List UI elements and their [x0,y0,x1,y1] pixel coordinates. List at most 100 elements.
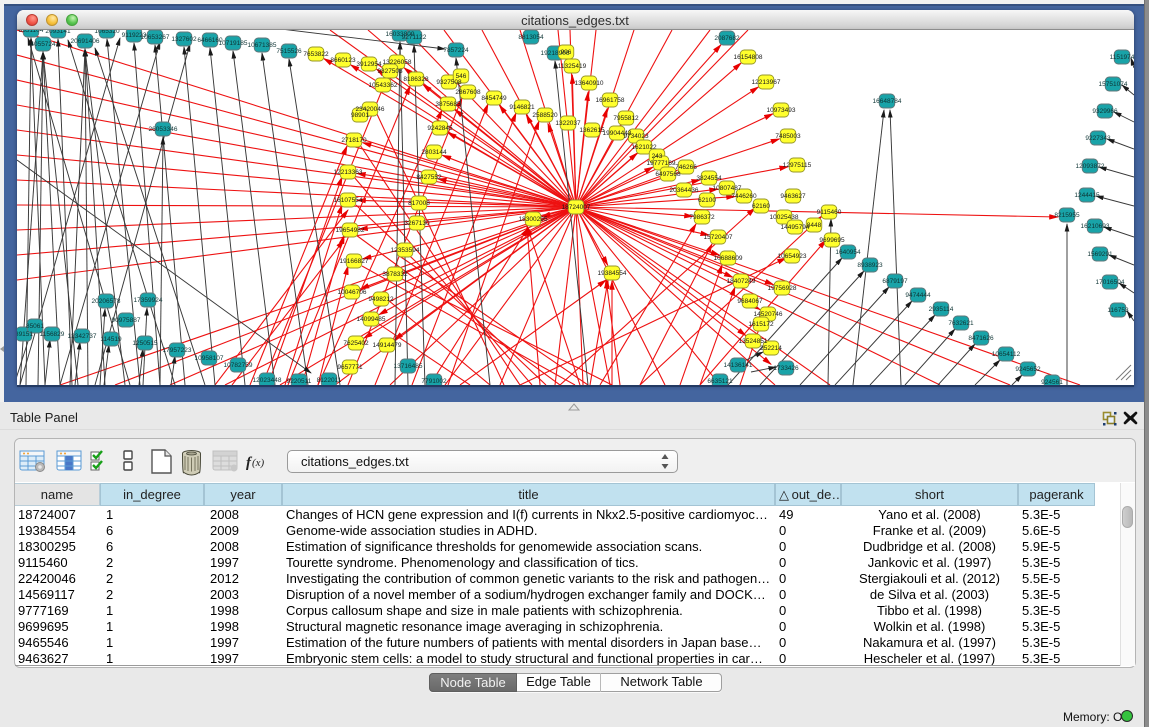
svg-text:2588520: 2588520 [532,112,558,119]
svg-text:7625402: 7625402 [343,340,369,347]
svg-text:12093872: 12093872 [1076,163,1105,170]
svg-text:12975115: 12975115 [783,162,812,169]
svg-text:10046706: 10046706 [338,289,367,296]
svg-text:9327508: 9327508 [436,79,462,86]
svg-text:20364436: 20364436 [670,187,699,194]
svg-text:17016504: 17016504 [1096,279,1125,286]
svg-text:6635121: 6635121 [707,378,733,385]
svg-text:9329966: 9329966 [1092,108,1118,115]
svg-text:1156829: 1156829 [40,331,65,338]
svg-text:14914479: 14914479 [373,342,402,349]
svg-text:1244415: 1244415 [1074,192,1100,199]
svg-text:10719185: 10719185 [219,40,248,47]
svg-text:1615172: 1615172 [748,321,774,328]
svg-text:7955812: 7955812 [613,115,639,122]
svg-text:10653267: 10653267 [141,34,170,41]
svg-text:9463627: 9463627 [780,193,806,200]
svg-text:13226058: 13226058 [383,59,412,66]
svg-text:7653822: 7653822 [303,51,329,58]
svg-text:9474444: 9474444 [905,292,931,299]
svg-text:1621022: 1621022 [631,144,657,151]
svg-text:85061: 85061 [26,323,44,330]
svg-text:98901: 98901 [351,112,369,119]
svg-text:2093141: 2093141 [45,30,71,35]
svg-text:7986372: 7986372 [689,214,715,221]
svg-text:7791002: 7791002 [421,378,447,385]
svg-text:3878332: 3878332 [382,271,408,278]
svg-text:(x): (x) [252,457,265,469]
svg-text:7446260: 7446260 [731,193,757,200]
svg-text:8813054: 8813054 [518,34,544,41]
svg-text:12213967: 12213967 [752,79,781,86]
svg-text:19756928: 19756928 [768,285,797,292]
svg-text:1569291: 1569291 [1087,251,1113,258]
svg-text:2935114: 2935114 [929,306,954,313]
svg-text:9684067: 9684067 [737,298,763,305]
svg-text:17359924: 17359924 [134,297,163,304]
svg-text:20691406: 20691406 [71,38,100,45]
svg-text:16210693: 16210693 [1081,223,1110,230]
svg-text:19777169: 19777169 [647,160,676,167]
svg-text:10807487: 10807487 [713,185,742,192]
svg-text:10782759: 10782759 [224,362,253,369]
svg-text:12342737: 12342737 [68,333,97,340]
svg-text:2087682: 2087682 [714,35,740,42]
svg-text:26053346: 26053346 [149,126,178,133]
svg-text:8186328: 8186328 [403,76,429,83]
svg-text:1640954: 1640954 [835,249,861,256]
svg-text:20206578: 20206578 [92,298,121,305]
svg-text:252214: 252214 [760,345,782,352]
svg-text:19654982: 19654982 [336,227,365,234]
svg-text:13524851: 13524851 [739,338,768,345]
svg-text:17957223: 17957223 [163,347,192,354]
svg-text:3875685: 3875685 [435,101,461,108]
svg-text:9245652: 9245652 [1015,366,1041,373]
svg-text:13716485: 13716485 [394,363,423,370]
svg-text:746266: 746266 [675,164,697,171]
svg-text:6879197: 6879197 [882,278,908,285]
svg-text:15751074: 15751074 [1099,81,1128,88]
svg-text:3267130: 3267130 [404,220,430,227]
svg-text:62160: 62160 [752,203,770,210]
svg-text:10654923: 10654923 [778,253,807,260]
svg-text:1327602: 1327602 [171,36,197,43]
svg-text:8448: 8448 [807,222,822,229]
svg-text:8471626: 8471626 [968,335,994,342]
svg-text:14136141: 14136141 [724,362,753,369]
svg-text:19384554: 19384554 [598,270,627,277]
svg-text:1322037: 1322037 [555,120,581,127]
svg-text:18724007: 18724007 [562,204,591,211]
svg-text:11325419: 11325419 [558,63,587,70]
svg-text:14495794: 14495794 [781,224,810,231]
svg-text:6497568: 6497568 [655,171,681,178]
svg-text:12023448: 12023448 [253,377,282,384]
svg-text:7515526: 7515526 [276,48,302,55]
svg-text:18407249: 18407249 [727,278,756,285]
svg-text:13640910: 13640910 [575,80,604,87]
svg-text:8122011: 8122011 [317,377,342,384]
svg-text:3912954: 3912954 [356,61,382,68]
svg-text:10973493: 10973493 [767,107,796,114]
svg-text:546: 546 [456,73,467,80]
svg-text:9699695: 9699695 [819,237,845,244]
svg-text:2867608: 2867608 [455,89,481,96]
svg-text:9657771: 9657771 [337,364,363,371]
svg-text:9271122: 9271122 [402,34,427,41]
svg-text:10543362: 10543362 [369,82,398,89]
svg-text:817008: 817008 [408,200,430,207]
svg-text:8660123: 8660123 [330,57,356,64]
svg-text:18300295: 18300295 [519,216,548,223]
svg-text:15720407: 15720407 [704,234,733,241]
svg-text:2718170: 2718170 [341,137,367,144]
svg-text:1151974: 1151974 [1110,54,1134,61]
svg-text:14099485: 14099485 [357,316,386,323]
svg-text:116753: 116753 [1107,307,1129,314]
svg-text:8351104: 8351104 [19,30,44,34]
svg-text:9227343: 9227343 [1085,135,1111,142]
svg-text:10654112: 10654112 [992,351,1021,358]
svg-text:9115460: 9115460 [817,209,842,216]
svg-text:9242845: 9242845 [427,125,453,132]
svg-text:8215955: 8215955 [1054,212,1080,219]
svg-text:7485003: 7485003 [775,133,801,140]
svg-text:243: 243 [652,153,663,160]
